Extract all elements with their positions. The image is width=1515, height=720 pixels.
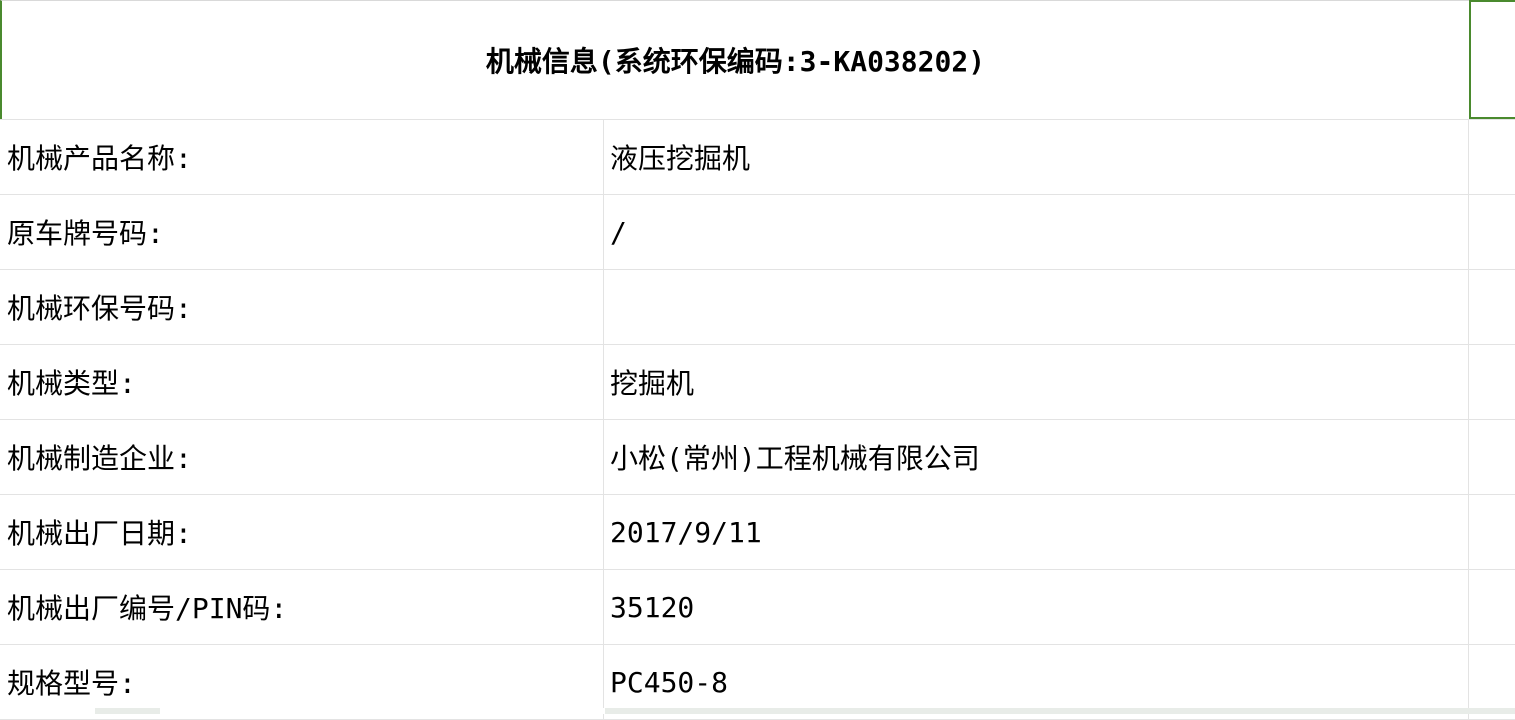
table-row: 机械产品名称: 液压挖掘机 [0,119,1515,194]
value-cell[interactable]: 小松(常州)工程机械有限公司 [604,420,1469,494]
empty-cell[interactable] [1469,420,1515,494]
sheet-bottom-edge [0,708,1515,714]
info-table: 机械产品名称: 液压挖掘机 原车牌号码: / 机械环保号码: 机械类型: 挖掘机… [0,119,1515,720]
title-cell[interactable]: 机械信息(系统环保编码:3-KA038202) [0,0,1469,119]
value-cell[interactable]: 挖掘机 [604,345,1469,419]
table-row: 机械出厂编号/PIN码: 35120 [0,569,1515,644]
value-cell[interactable]: / [604,195,1469,269]
spreadsheet: 机械信息(系统环保编码:3-KA038202) 机械产品名称: 液压挖掘机 原车… [0,0,1515,720]
divider [0,708,95,714]
value-cell[interactable] [604,270,1469,344]
label-cell[interactable]: 机械出厂编号/PIN码: [0,570,604,644]
empty-cell[interactable] [1469,120,1515,194]
value-cell[interactable]: 35120 [604,570,1469,644]
label-cell[interactable]: 机械产品名称: [0,120,604,194]
divider [160,708,605,714]
table-row: 机械制造企业: 小松(常州)工程机械有限公司 [0,419,1515,494]
label-cell[interactable]: 原车牌号码: [0,195,604,269]
value-cell[interactable]: 2017/9/11 [604,495,1469,569]
empty-cell[interactable] [1469,195,1515,269]
table-row: 原车牌号码: / [0,194,1515,269]
empty-cell[interactable] [1469,570,1515,644]
label-cell[interactable]: 机械出厂日期: [0,495,604,569]
sheet-title: 机械信息(系统环保编码:3-KA038202) [485,45,986,78]
empty-cell[interactable] [1469,345,1515,419]
label-cell[interactable]: 机械环保号码: [0,270,604,344]
empty-cell[interactable] [1469,270,1515,344]
selected-cell[interactable] [1469,0,1515,119]
value-cell[interactable]: 液压挖掘机 [604,120,1469,194]
empty-cell[interactable] [1469,495,1515,569]
table-row: 机械环保号码: [0,269,1515,344]
label-cell[interactable]: 机械类型: [0,345,604,419]
label-cell[interactable]: 机械制造企业: [0,420,604,494]
table-row: 机械出厂日期: 2017/9/11 [0,494,1515,569]
table-row: 机械类型: 挖掘机 [0,344,1515,419]
